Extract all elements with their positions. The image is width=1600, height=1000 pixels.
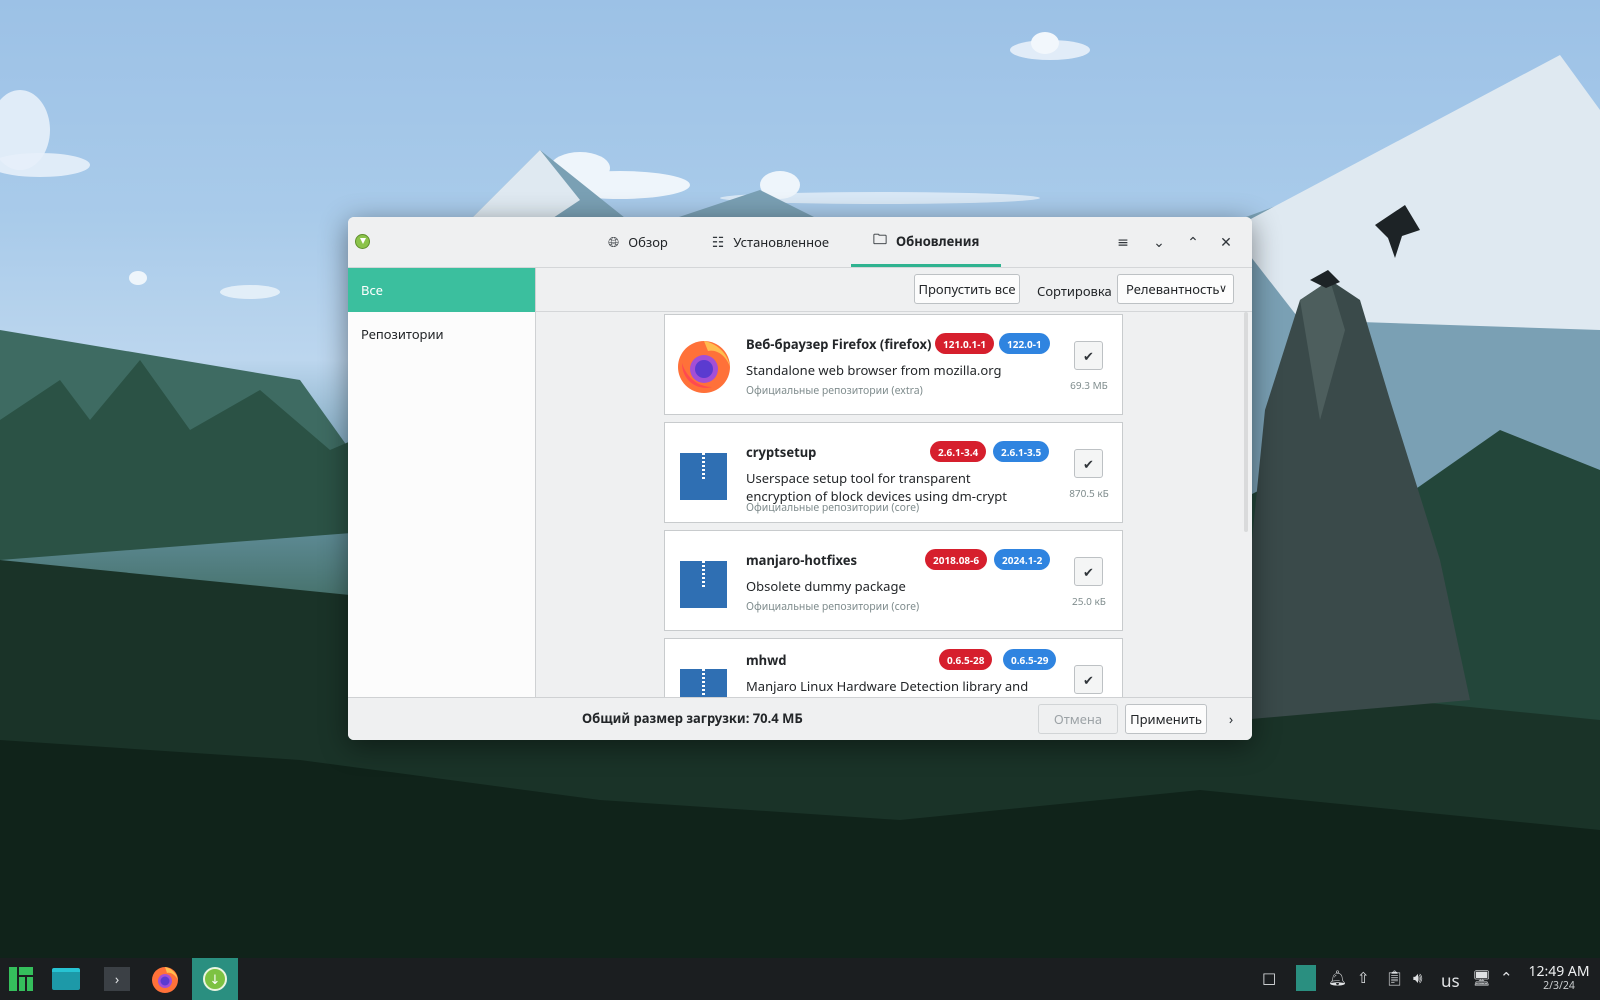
tray-expand-icon[interactable]: ⌃ [1500, 968, 1513, 988]
maximize-icon[interactable]: ⌃ [1182, 231, 1204, 253]
footer-bar: Общий размер загрузки: 70.4 МБ Отмена Пр… [348, 697, 1252, 740]
minimize-icon[interactable]: ⌄ [1148, 231, 1170, 253]
clipboard-icon[interactable]: 📋︎ [1385, 968, 1404, 988]
package-checkbox[interactable]: ✔ [1074, 557, 1103, 586]
volume-icon[interactable]: 🔊︎ [1413, 968, 1422, 988]
old-version-badge: 2018.08-6 [925, 549, 988, 570]
package-description: Standalone web browser from mozilla.org [746, 361, 1002, 379]
package-checkbox[interactable]: ✔ [1074, 449, 1103, 478]
file-manager-icon[interactable] [48, 958, 84, 1000]
old-version-badge: 2.6.1-3.4 [930, 441, 987, 462]
package-checkbox[interactable]: ✔ [1074, 341, 1103, 370]
app-download-icon [355, 234, 370, 249]
package-size: 69.3 МБ [1070, 378, 1108, 392]
tab-installed[interactable]: ☷ Установленное [690, 217, 851, 267]
terminal-prompt-icon: › [104, 967, 130, 991]
sort-label: Сортировка [1037, 282, 1112, 300]
package-name: cryptsetup [746, 443, 817, 461]
tab-installed-label: Установленное [733, 233, 829, 251]
checkmark-icon: ✔ [1083, 454, 1094, 473]
folder-update-icon: 🗀︎ [872, 229, 887, 249]
new-version-badge: 0.6.5-29 [1003, 649, 1057, 670]
download-arrow-icon: ↓ [203, 967, 227, 991]
manjaro-menu-icon[interactable] [4, 958, 38, 1000]
pager-icon[interactable] [1296, 965, 1316, 991]
updates-list[interactable]: Веб-браузер Firefox (firefox) 121.0.1-1 … [536, 312, 1252, 697]
scrollbar[interactable] [1244, 312, 1248, 532]
pamac-taskbar-icon[interactable]: ↓ [192, 958, 238, 1000]
taskbar: › ↓ □ 🔔︎ ⇧ 📋︎ 🔊︎ us 🖥︎ ⌃ 12:49 AM 2/3/24 [0, 958, 1600, 1000]
firefox-taskbar-icon[interactable] [148, 958, 182, 1000]
package-name: manjaro-hotfixes [746, 551, 858, 569]
new-version-badge: 122.0-1 [999, 333, 1050, 354]
new-version-badge: 2024.1-2 [994, 549, 1051, 570]
chevron-right-icon[interactable]: › [1220, 708, 1242, 730]
sidebar-item-repositories[interactable]: Репозитории [348, 312, 535, 356]
show-desktop-icon[interactable]: □ [1262, 968, 1276, 988]
package-checkbox[interactable]: ✔ [1074, 665, 1103, 694]
sort-dropdown[interactable]: Релевантность ∨ [1117, 274, 1234, 304]
checkmark-icon: ✔ [1083, 346, 1094, 365]
tab-updates[interactable]: 🗀︎ Обновления [850, 217, 1002, 267]
package-card-manjaro-hotfixes: manjaro-hotfixes 2018.08-6 2024.1-2 Obso… [664, 530, 1123, 631]
checkmark-icon: ✔ [1083, 670, 1094, 689]
package-description: Manjaro Linux Hardware Detection library… [746, 677, 1029, 695]
apply-button[interactable]: Применить [1125, 704, 1207, 734]
network-icon[interactable]: 🖥︎ [1472, 968, 1491, 988]
sidebar-item-label: Все [361, 281, 383, 299]
pamac-window: 🌐︎ Обзор ☷ Установленное 🗀︎ Обновления ≡… [348, 217, 1252, 740]
folder-icon [52, 968, 80, 990]
chevron-down-icon: ∨ [1218, 281, 1227, 296]
package-card-firefox: Веб-браузер Firefox (firefox) 121.0.1-1 … [664, 314, 1123, 415]
terminal-icon[interactable]: › [100, 958, 134, 1000]
keyboard-layout[interactable]: us [1441, 969, 1460, 992]
package-description: Userspace setup tool for transparent enc… [746, 469, 1007, 505]
manjaro-logo [9, 967, 33, 991]
globe-icon: 🌐︎ [608, 232, 620, 252]
package-archive-icon [680, 561, 727, 608]
skip-all-button[interactable]: Пропустить все [914, 274, 1020, 304]
close-icon[interactable]: ✕ [1215, 231, 1237, 253]
hamburger-menu-icon[interactable]: ≡ [1112, 231, 1134, 253]
package-repo: Официальные репозитории (core) [746, 600, 920, 614]
clock[interactable]: 12:49 AM 2/3/24 [1522, 964, 1596, 993]
sidebar-item-all[interactable]: Все [348, 268, 535, 312]
package-card-mhwd: mhwd 0.6.5-28 0.6.5-29 Manjaro Linux Har… [664, 638, 1123, 697]
updates-toolbar: Пропустить все Сортировка Релевантность … [536, 268, 1252, 312]
update-indicator-icon[interactable]: ⇧ [1357, 968, 1370, 988]
firefox-icon [152, 967, 178, 993]
sidebar: Все Репозитории [348, 268, 536, 697]
tab-updates-label: Обновления [895, 231, 980, 250]
main-tabs: 🌐︎ Обзор ☷ Установленное 🗀︎ Обновления [586, 217, 1002, 267]
package-archive-icon [680, 453, 727, 500]
cancel-button[interactable]: Отмена [1038, 704, 1118, 734]
package-name: mhwd [746, 651, 787, 669]
old-version-badge: 0.6.5-28 [939, 649, 993, 670]
old-version-badge: 121.0.1-1 [935, 333, 995, 354]
clock-date: 2/3/24 [1543, 979, 1575, 993]
total-download-size: Общий размер загрузки: 70.4 МБ [582, 709, 803, 727]
new-version-badge: 2.6.1-3.5 [993, 441, 1050, 462]
tab-browse[interactable]: 🌐︎ Обзор [586, 217, 690, 267]
firefox-icon [678, 341, 730, 393]
package-size: 870.5 кБ [1069, 486, 1109, 500]
package-name: Веб-браузер Firefox (firefox) [746, 335, 932, 353]
package-card-cryptsetup: cryptsetup 2.6.1-3.4 2.6.1-3.5 Userspace… [664, 422, 1123, 523]
notifications-bell-icon[interactable]: 🔔︎ [1328, 968, 1347, 988]
package-archive-icon [680, 669, 727, 697]
titlebar: 🌐︎ Обзор ☷ Установленное 🗀︎ Обновления ≡… [348, 217, 1252, 268]
package-repo: Официальные репозитории (extra) [746, 384, 923, 398]
sidebar-item-label: Репозитории [361, 325, 444, 343]
tab-browse-label: Обзор [628, 233, 668, 251]
clock-time: 12:49 AM [1528, 962, 1590, 981]
package-size: 25.0 кБ [1072, 594, 1106, 608]
list-icon: ☷ [711, 232, 725, 252]
package-repo: Официальные репозитории (core) [746, 501, 920, 515]
sort-value: Релевантность [1126, 280, 1220, 298]
package-description: Obsolete dummy package [746, 577, 906, 595]
checkmark-icon: ✔ [1083, 562, 1094, 581]
